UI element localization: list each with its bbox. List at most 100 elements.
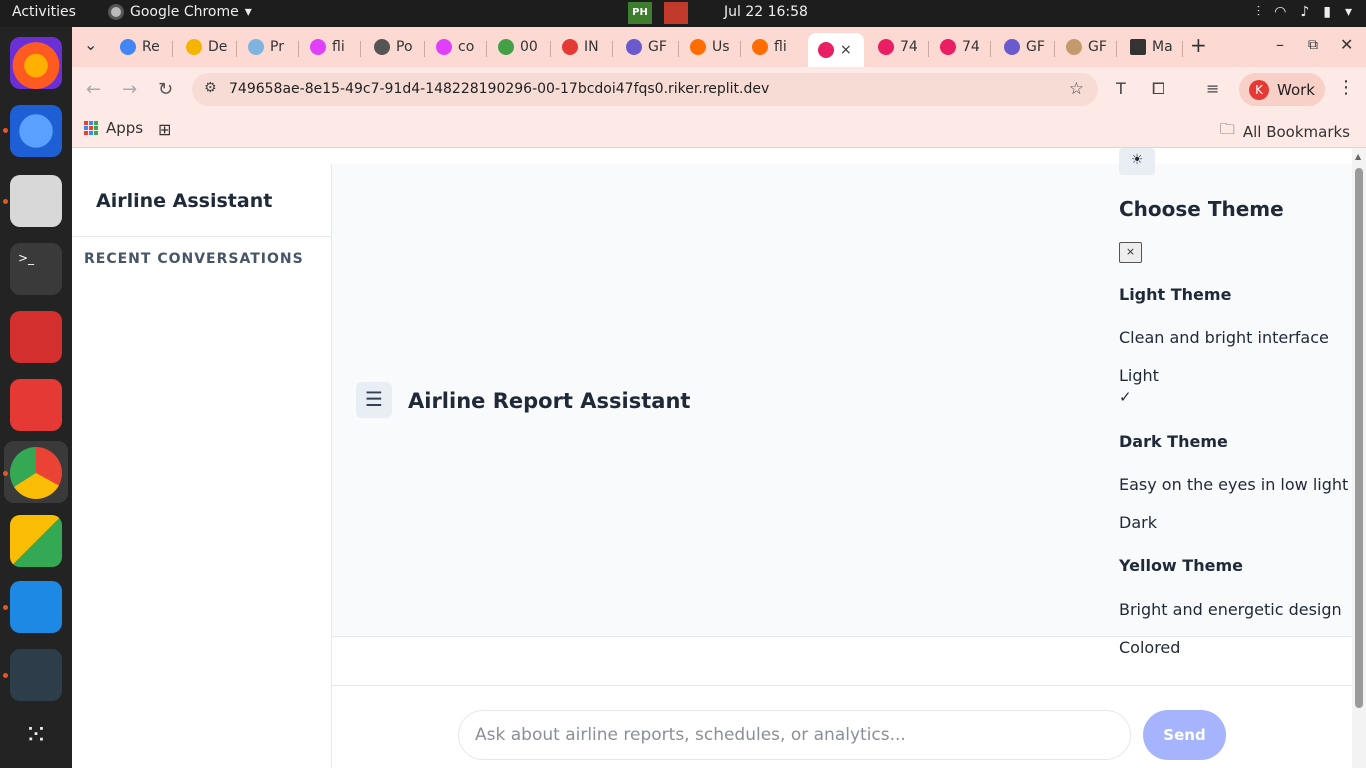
tab-favicon-icon [940,39,956,55]
maximize-icon[interactable]: ⧉ [1308,37,1318,53]
tab-favicon-icon [120,39,136,55]
minimize-icon[interactable]: – [1276,35,1284,54]
close-tab-icon[interactable]: × [840,42,852,58]
browser-toolbar: ← → ↻ ⚙ 749658ae-8e15-49c7-91d4-14822819… [72,67,1366,112]
tab[interactable]: co [436,33,474,61]
tab[interactable]: fli [310,33,345,61]
chrome-icon [108,4,124,20]
tab-active[interactable]: × [808,33,864,67]
theme-option-light[interactable]: Light [1119,366,1159,385]
theme-option-colored[interactable]: Colored [1119,638,1180,657]
theme-name-light: Light Theme [1119,285,1232,304]
tab[interactable]: 00 [498,33,538,61]
tab[interactable]: De [186,33,227,61]
terminal-icon[interactable]: >_ [10,243,62,295]
profile-button[interactable]: K Work [1239,73,1325,106]
chrome-icon[interactable] [10,447,62,499]
running-indicator [3,199,8,204]
running-indicator [3,471,8,476]
git-indicator-icon[interactable] [664,2,688,24]
bookmark-star-icon[interactable]: ☆ [1069,79,1084,99]
ssl-vpn-icon[interactable] [10,311,62,363]
tab-favicon-icon [310,39,326,55]
tab-groups-icon[interactable]: ⊞ [158,120,171,139]
tab[interactable]: Ma [1130,33,1173,61]
site-info-icon[interactable]: ⚙ [204,80,217,96]
theme-option-dark[interactable]: Dark [1119,513,1157,532]
divider [72,236,331,237]
tab[interactable]: IN [562,33,599,61]
tab[interactable]: 74 [878,33,918,61]
url-text[interactable]: 749658ae-8e15-49c7-91d4-148228190296-00-… [229,81,769,97]
address-bar[interactable]: ⚙ 749658ae-8e15-49c7-91d4-148228190296-0… [192,73,1098,106]
tab[interactable]: Us [690,33,730,61]
hamburger-icon: ☰ [365,387,383,411]
scroll-up-icon[interactable]: ▲ [1355,152,1361,161]
tab[interactable]: GF [626,33,667,61]
tab-favicon-icon [562,39,578,55]
firefox-icon[interactable] [10,37,62,89]
forward-icon[interactable]: → [122,79,137,100]
power-menu-icon: ▾ [1344,4,1352,20]
tab[interactable]: fli [752,33,787,61]
theme-panel-heading: Choose Theme [1119,197,1284,221]
chat-app-icon[interactable] [10,379,62,431]
theme-name-yellow: Yellow Theme [1119,556,1243,575]
tab[interactable]: 74 [940,33,980,61]
theme-desc-dark: Easy on the eyes in low light [1119,475,1349,494]
back-icon[interactable]: ← [86,79,101,100]
page-content: Airline Assistant RECENT CONVERSATIONS ☰… [72,148,1366,768]
sidebar: Airline Assistant RECENT CONVERSATIONS [72,164,332,768]
close-window-icon[interactable]: ✕ [1340,35,1353,54]
apps-shortcut[interactable]: Apps [84,119,143,137]
sidebar-title: Airline Assistant [96,190,273,212]
tab[interactable]: GF [1004,33,1045,61]
reload-icon[interactable]: ↻ [158,79,173,100]
clock[interactable]: Jul 22 16:58 [724,4,808,20]
files-icon[interactable] [10,175,62,227]
tab-favicon-icon [626,39,642,55]
system-top-bar: Activities Google Chrome ▾ PH Jul 22 16:… [0,0,1366,27]
remote-app-icon[interactable] [10,649,62,701]
theme-desc-yellow: Bright and energetic design [1119,600,1342,619]
show-apps-icon[interactable]: ⁙ [10,711,62,763]
tab-search-icon[interactable]: ⌄ [84,35,97,54]
running-indicator [3,605,8,610]
app-menu[interactable]: Google Chrome ▾ [108,4,252,20]
close-button[interactable]: × [1119,242,1142,263]
media-controls-icon[interactable]: ≡ [1206,79,1219,98]
tab[interactable]: Pr [248,33,284,61]
folder-icon: 🗀 [1219,120,1235,138]
running-indicator [3,673,8,678]
extensions-icon[interactable]: ⧠ [1152,79,1165,99]
tab-favicon-icon [186,39,202,55]
all-bookmarks-button[interactable]: 🗀 All Bookmarks [1220,119,1350,144]
new-tab-icon[interactable]: + [1190,33,1207,57]
tab-favicon-icon [1066,39,1082,55]
tab[interactable]: Re [120,33,160,61]
vscode-icon[interactable] [10,581,62,633]
scrollbar-thumb[interactable] [1355,168,1363,708]
translate-icon[interactable]: T [1116,79,1126,98]
tab-favicon-icon [752,39,768,55]
tab-strip: ⌄ Re De Pr fli Po co 00 IN GF Us fli × 7… [72,27,1366,67]
ph-indicator[interactable]: PH [628,2,652,24]
network-signal-icon: ⫶ [1256,4,1261,20]
tab[interactable]: Po [374,33,413,61]
activities-button[interactable]: Activities [12,4,76,20]
wifi-icon: ◠ [1274,4,1287,20]
menu-toggle-button[interactable]: ☰ [356,382,392,418]
chat-input[interactable] [458,710,1131,760]
tab[interactable]: GF [1066,33,1107,61]
google-chat-icon[interactable] [10,515,62,567]
theme-toggle-button[interactable]: ☀ [1119,148,1155,175]
apps-grid-icon [84,121,98,135]
page-title: Airline Report Assistant [408,389,691,413]
system-tray[interactable]: ⫶ ◠ ♪ ▮ ▾ [1257,4,1352,20]
page-scrollbar[interactable]: ▲ [1352,148,1366,768]
theme-name-dark: Dark Theme [1119,432,1228,451]
avatar: K [1249,79,1269,100]
thunderbird-icon[interactable] [10,105,62,157]
chrome-menu-icon[interactable]: ⋮ [1337,77,1355,98]
send-button[interactable]: Send [1143,710,1226,760]
